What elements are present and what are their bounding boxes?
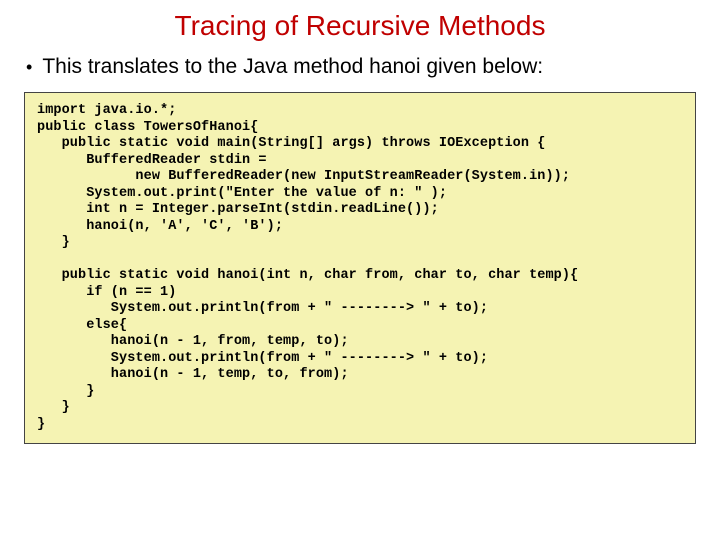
bullet-item: • This translates to the Java method han… bbox=[26, 54, 702, 80]
page-title: Tracing of Recursive Methods bbox=[18, 10, 702, 42]
code-block: import java.io.*; public class TowersOfH… bbox=[24, 92, 696, 444]
slide: Tracing of Recursive Methods • This tran… bbox=[0, 0, 720, 540]
bullet-text: This translates to the Java method hanoi… bbox=[42, 54, 543, 80]
bullet-marker: • bbox=[26, 54, 32, 80]
